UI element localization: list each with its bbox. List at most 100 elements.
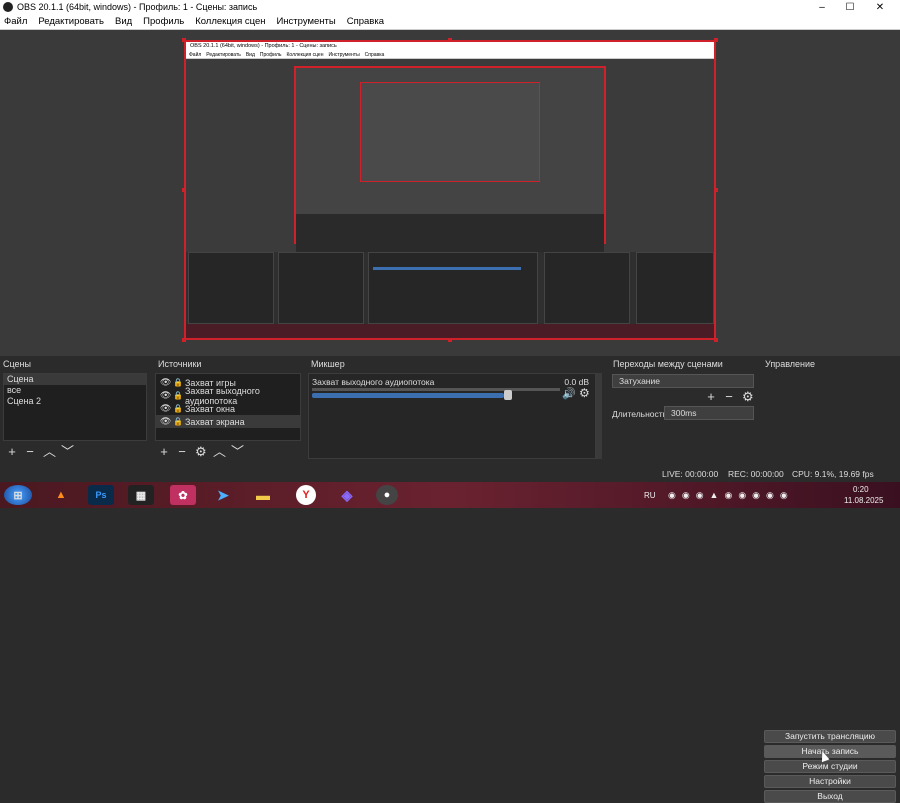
tray-icons[interactable]: ◉◉◉▲◉◉◉◉◉ [668,490,794,501]
cpu-status: CPU: 9.1%, 19.69 fps [792,469,874,479]
volume-slider-handle[interactable] [504,390,512,400]
move-up-icon[interactable]: ︿ [43,445,56,458]
title-bar: OBS 20.1.1 (64bit, windows) - Профиль: 1… [0,0,900,14]
lock-icon[interactable]: 🔒 [173,417,183,426]
scenes-toolbar: + − ︿ ﹀ [7,445,74,458]
settings-button[interactable]: Настройки [764,775,896,788]
menu-help[interactable]: Справка [347,16,384,27]
rec-status: REC: 00:00:00 [728,469,784,479]
start-button-icon[interactable]: ⊞ [4,485,32,505]
controls-title: Управление [765,359,816,369]
preview-nested-window [294,66,606,254]
preview-display[interactable]: OBS 20.1.1 (64bit, windows) - Профиль: 1… [184,40,716,340]
visibility-eye-icon[interactable]: 👁 [160,403,171,414]
menu-view[interactable]: Вид [115,16,132,27]
visibility-eye-icon[interactable]: 👁 [160,390,171,401]
yandex-browser-icon[interactable]: Y [296,485,316,505]
add-scene-button[interactable]: + [7,445,17,458]
preview-nested-title: OBS 20.1.1 (64bit, windows) - Профиль: 1… [186,42,714,51]
add-source-button[interactable]: + [159,445,169,458]
scenes-list[interactable]: Сцена все Сцена 2 [3,373,147,441]
gear-icon[interactable]: ⚙ [579,386,590,400]
close-button[interactable]: ✕ [866,0,894,14]
folder-icon[interactable]: ▬ [250,485,276,505]
menu-file[interactable]: Файл [4,16,27,27]
obs-app-icon [3,2,13,12]
preview-nested-mixer [368,252,538,324]
duration-label: Длительность [612,409,668,419]
source-label: Захват окна [185,403,235,414]
film-icon[interactable]: ▦ [128,485,154,505]
live-status: LIVE: 00:00:00 [662,469,719,479]
transform-handle[interactable] [448,338,452,342]
transform-handle[interactable] [714,338,718,342]
sources-dock: Источники 👁 🔒 Захват игры 👁 🔒 Захват вых… [155,356,303,464]
source-item[interactable]: 👁 🔒 Захват экрана [156,415,300,428]
minimize-button[interactable]: – [808,0,836,14]
move-up-icon[interactable]: ︿ [213,445,226,458]
mixer-title: Микшер [311,359,345,369]
preview-nested-dock-area [186,252,714,324]
visibility-eye-icon[interactable]: 👁 [160,416,171,427]
transform-handle[interactable] [182,188,186,192]
transform-handle[interactable] [182,338,186,342]
media-app-icon[interactable]: ✿ [170,485,196,505]
menu-tools[interactable]: Инструменты [276,16,335,27]
vlc-icon[interactable]: ▲ [48,485,74,505]
volume-slider[interactable] [312,393,504,398]
telegram-icon[interactable]: ➤ [210,485,236,505]
visibility-eye-icon[interactable]: 👁 [160,377,171,388]
photoshop-icon[interactable]: Ps [88,485,114,505]
move-down-icon[interactable]: ﹀ [61,445,74,458]
gear-icon[interactable]: ⚙ [195,445,207,458]
menu-profile[interactable]: Профиль [143,16,184,27]
preview-nested-menu: Файл Редактировать Вид Профиль Коллекция сце… [186,51,714,59]
studio-mode-button[interactable]: Режим студии [764,760,896,773]
language-indicator[interactable]: RU [644,491,656,500]
add-transition-button[interactable]: + [706,390,716,403]
remove-source-button[interactable]: − [177,445,187,458]
remove-scene-button[interactable]: − [25,445,35,458]
lock-icon[interactable]: 🔒 [173,404,183,413]
start-recording-button[interactable]: Начать запись [764,745,896,758]
lock-icon[interactable]: 🔒 [173,391,183,400]
clock-date[interactable]: 11.08.2025 [844,496,883,505]
mixer-channel-name: Захват выходного аудиопотока [312,377,435,387]
maximize-button[interactable]: ☐ [836,0,864,14]
speaker-icon[interactable]: 🔊 [562,387,576,400]
windows-taskbar: ⊞ ▲ Ps ▦ ✿ ➤ ▬ Y ◈ ● RU ◉◉◉▲◉◉◉◉◉ 0:20 1… [0,482,900,508]
lock-icon[interactable]: 🔒 [173,378,183,387]
preview-area[interactable]: OBS 20.1.1 (64bit, windows) - Профиль: 1… [0,30,900,356]
menu-scene-collection[interactable]: Коллекция сцен [195,16,265,27]
preview-nested-window-inner [360,82,540,182]
vpn-app-icon[interactable]: ◈ [334,485,360,505]
move-down-icon[interactable]: ﹀ [231,445,244,458]
clock-time[interactable]: 0:20 [853,485,869,494]
sources-list[interactable]: 👁 🔒 Захват игры 👁 🔒 Захват выходного ауд… [155,373,301,441]
remove-transition-button[interactable]: − [724,390,734,403]
gear-icon[interactable]: ⚙ [742,390,754,403]
exit-button[interactable]: Выход [764,790,896,803]
source-label: Захват экрана [185,416,245,427]
transform-handle[interactable] [448,38,452,42]
preview-nested-docks [296,214,604,254]
menu-bar: Файл Редактировать Вид Профиль Коллекция… [0,14,900,30]
transform-handle[interactable] [182,38,186,42]
start-streaming-button[interactable]: Запустить трансляцию [764,730,896,743]
preview-nested-sources [278,252,364,324]
mixer-dock: Микшер Захват выходного аудиопотока 0.0 … [308,356,602,464]
mixer-scrollbar[interactable] [596,373,602,459]
duration-input[interactable]: 300ms [664,406,754,420]
mixer-panel: Захват выходного аудиопотока 0.0 dB 🔊 ⚙ [308,373,596,459]
source-label: Захват выходного аудиопотока [185,385,260,406]
transform-handle[interactable] [714,188,718,192]
menu-edit[interactable]: Редактировать [38,16,104,27]
scene-item[interactable]: Сцена 2 [4,396,146,407]
obs-taskbar-icon[interactable]: ● [376,485,398,505]
source-item[interactable]: 👁 🔒 Захват выходного аудиопотока [156,386,300,406]
transition-type-select[interactable]: Затухание [612,374,754,388]
status-bar: LIVE: 00:00:00 REC: 00:00:00 CPU: 9.1%, … [0,464,900,482]
scene-item[interactable]: Сцена [4,374,146,385]
scene-item[interactable]: все [4,385,146,396]
transform-handle[interactable] [714,38,718,42]
